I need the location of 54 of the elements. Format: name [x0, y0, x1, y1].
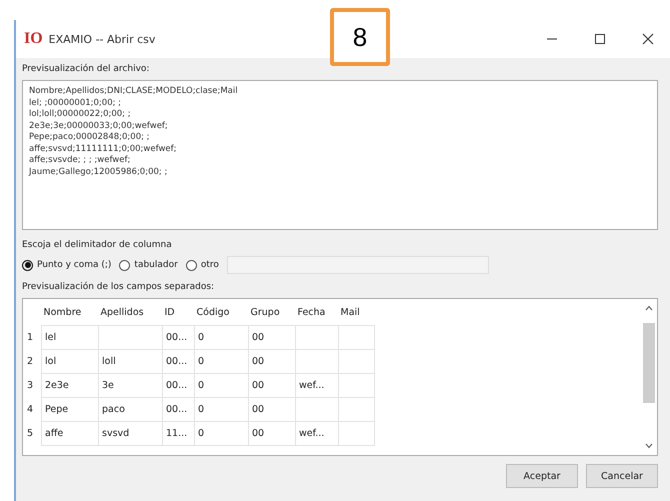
delimiter-label: Escoja el delimitador de columna: [22, 240, 173, 250]
table-cell: lel: [45, 332, 56, 343]
table-cell: 00: [252, 404, 264, 415]
table-cell: wef...: [299, 428, 324, 439]
table-cell: 00...: [166, 332, 188, 343]
table-cell: Pepe: [45, 404, 68, 415]
table-cell: 0: [198, 380, 204, 391]
scroll-down-icon[interactable]: [645, 443, 653, 449]
table-cell: 00: [252, 332, 264, 343]
row-number: 1: [27, 332, 34, 343]
scroll-up-icon[interactable]: [645, 305, 653, 311]
table-cell: 2e3e: [45, 380, 69, 391]
table-cell: 3e: [102, 380, 114, 391]
file-preview-label: Previsualización del archivo:: [22, 64, 150, 74]
column-header: Apellidos: [100, 306, 144, 318]
column-header: Mail: [340, 306, 360, 318]
table-cell: affe: [45, 428, 64, 439]
file-preview-area[interactable]: Nombre;Apellidos;DNI;CLASE;MODELO;clase;Mail lel; ;00000001;0;00; ; lol;loll;00000022;0;00; ; 2e3e;3e;00000033;0;00;wefwef; Pepe;paco;00002848;0;00; ; affe;svsvd;11111111;0;00;wefwef; affe;svsvde; ; ; ;wefwef; Jaume;Gallego;12005986;0;00; ;: [22, 80, 658, 230]
row-number: 4: [27, 404, 34, 415]
column-header: ID: [164, 306, 175, 318]
table-cell: wef...: [299, 380, 324, 391]
radio-button[interactable]: otro: [186, 260, 219, 270]
table-cell: 00...: [166, 404, 188, 415]
maximize-icon[interactable]: [594, 33, 606, 45]
table-cell: 0: [198, 332, 204, 343]
radio-button[interactable]: Punto y coma (;): [22, 260, 112, 270]
app-logo: IO: [24, 30, 43, 48]
table-cell: 00...: [166, 356, 188, 367]
fields-preview-label: Previsualización de los campos separados:: [22, 282, 216, 292]
close-icon[interactable]: [642, 33, 654, 45]
row-number: 2: [27, 356, 34, 367]
table-cell: 00: [252, 356, 264, 367]
radio-button[interactable]: tabulador: [119, 260, 178, 270]
table-cell: lol: [45, 356, 56, 367]
table-cell: loll: [102, 356, 116, 367]
column-header: Código: [196, 306, 230, 318]
dialog-button[interactable]: Aceptar: [506, 464, 578, 488]
table-cell: 00...: [166, 380, 188, 391]
table-cell: paco: [102, 404, 125, 415]
table-cell: 00: [252, 380, 264, 391]
column-header: Nombre: [44, 306, 82, 318]
table-cell: 0: [198, 428, 204, 439]
window-title: EXAMIO -- Abrir csv: [48, 32, 156, 46]
table-cell: svsvd: [102, 428, 130, 439]
table-cell: 0: [198, 404, 204, 415]
row-number: 3: [27, 380, 34, 391]
table-cell: 0: [198, 356, 204, 367]
row-number: 5: [27, 428, 34, 439]
dialog-button[interactable]: Cancelar: [586, 464, 658, 488]
column-header: Fecha: [298, 306, 326, 318]
table-cell: 11...: [166, 428, 188, 439]
callout-badge: 8: [330, 8, 390, 66]
column-header: Grupo: [250, 306, 280, 318]
table-cell: 00: [252, 428, 264, 439]
